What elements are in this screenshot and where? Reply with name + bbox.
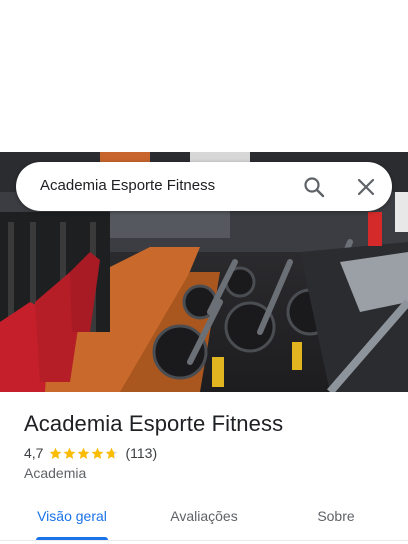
star-rating	[49, 447, 119, 460]
tab-about[interactable]: Sobre	[300, 496, 372, 536]
place-title: Academia Esporte Fitness	[24, 411, 284, 436]
star-icon	[106, 447, 118, 459]
tabs-divider	[0, 540, 408, 541]
tab-bar: Visão geral Avaliações Sobre	[0, 496, 408, 544]
search-input[interactable]: Academia Esporte Fitness	[40, 177, 215, 194]
place-info-panel: Academia Esporte Fitness 4,7 (113) Acade…	[0, 392, 408, 544]
search-bar[interactable]: Academia Esporte Fitness	[16, 162, 392, 211]
search-icon[interactable]	[302, 175, 326, 199]
rating-value: 4,7	[24, 445, 44, 461]
place-category: Academia	[24, 465, 87, 481]
review-count[interactable]: (113)	[125, 445, 157, 461]
star-icon	[64, 447, 76, 459]
blank-area	[0, 0, 408, 152]
star-icon	[50, 447, 62, 459]
rating-row[interactable]: 4,7 (113)	[24, 444, 157, 462]
tab-overview[interactable]: Visão geral	[24, 496, 120, 536]
star-icon	[92, 447, 104, 459]
star-icon	[78, 447, 90, 459]
tab-reviews[interactable]: Avaliações	[156, 496, 252, 536]
close-icon[interactable]	[354, 175, 378, 199]
